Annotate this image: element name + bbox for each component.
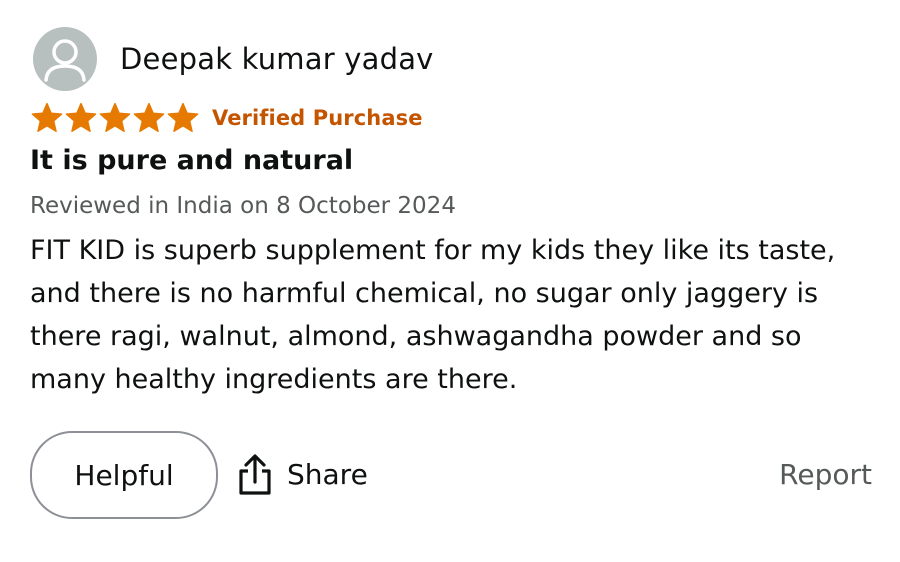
user-avatar-icon bbox=[33, 27, 97, 91]
share-button[interactable]: Share bbox=[235, 451, 368, 497]
star-rating[interactable] bbox=[30, 101, 200, 135]
report-link[interactable]: Report bbox=[779, 451, 872, 497]
star-icon bbox=[65, 102, 97, 133]
review-card: Deepak kumar yadav Verified Purchase It … bbox=[0, 0, 900, 562]
helpful-button[interactable]: Helpful bbox=[30, 431, 218, 519]
review-meta: Reviewed in India on 8 October 2024 bbox=[30, 193, 456, 219]
reviewer-profile[interactable]: Deepak kumar yadav bbox=[33, 27, 434, 91]
share-icon bbox=[239, 454, 271, 495]
verified-purchase-badge: Verified Purchase bbox=[212, 106, 423, 130]
report-link-label: Report bbox=[779, 457, 872, 491]
rating-row: Verified Purchase bbox=[30, 98, 423, 138]
star-icon bbox=[133, 102, 165, 133]
star-icon bbox=[99, 102, 131, 133]
star-icon bbox=[31, 102, 63, 133]
share-button-label: Share bbox=[287, 457, 368, 491]
star-icon bbox=[167, 102, 199, 133]
review-body: FIT KID is superb supplement for my kids… bbox=[30, 235, 836, 395]
helpful-button-label: Helpful bbox=[74, 458, 174, 492]
review-title[interactable]: It is pure and natural bbox=[30, 145, 353, 176]
reviewer-name[interactable]: Deepak kumar yadav bbox=[120, 42, 434, 76]
review-actions: Helpful Share Report bbox=[30, 431, 872, 519]
